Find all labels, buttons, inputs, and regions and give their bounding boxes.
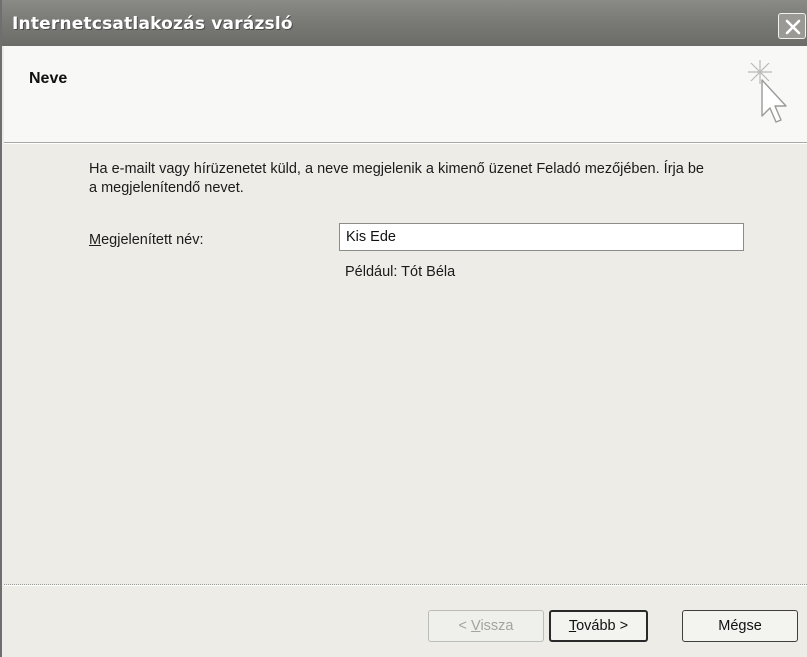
wizard-window: Internetcsatlakozás varázsló Neve Ha e-m… bbox=[0, 0, 807, 657]
close-button[interactable] bbox=[778, 13, 806, 39]
display-name-label-text: egjelenített név: bbox=[101, 232, 204, 248]
cancel-button[interactable]: Mégse bbox=[682, 610, 798, 642]
description-text: Ha e-mailt vagy hírüzenetet küld, a neve… bbox=[89, 161, 704, 196]
display-name-access-key: M bbox=[89, 232, 102, 248]
back-button[interactable]: < Vissza bbox=[428, 610, 544, 642]
title-bar[interactable]: Internetcsatlakozás varázsló bbox=[2, 0, 807, 46]
display-name-input[interactable] bbox=[339, 223, 744, 251]
display-name-label: Megjelenített név: bbox=[89, 232, 203, 248]
window-title: Internetcsatlakozás varázsló bbox=[12, 14, 293, 34]
page-title: Neve bbox=[29, 70, 68, 87]
wizard-cursor-icon bbox=[738, 54, 798, 143]
example-text: Például: Tót Béla bbox=[345, 264, 456, 280]
wizard-header: Neve bbox=[4, 46, 807, 142]
back-prefix: < bbox=[458, 618, 472, 634]
next-button[interactable]: Tovább > bbox=[549, 610, 648, 642]
wizard-content: Ha e-mailt vagy hírüzenetet küld, a neve… bbox=[4, 144, 807, 584]
footer-divider bbox=[4, 584, 807, 586]
next-label-rest: ovább > bbox=[576, 618, 629, 634]
back-label-rest: issza bbox=[480, 618, 514, 634]
